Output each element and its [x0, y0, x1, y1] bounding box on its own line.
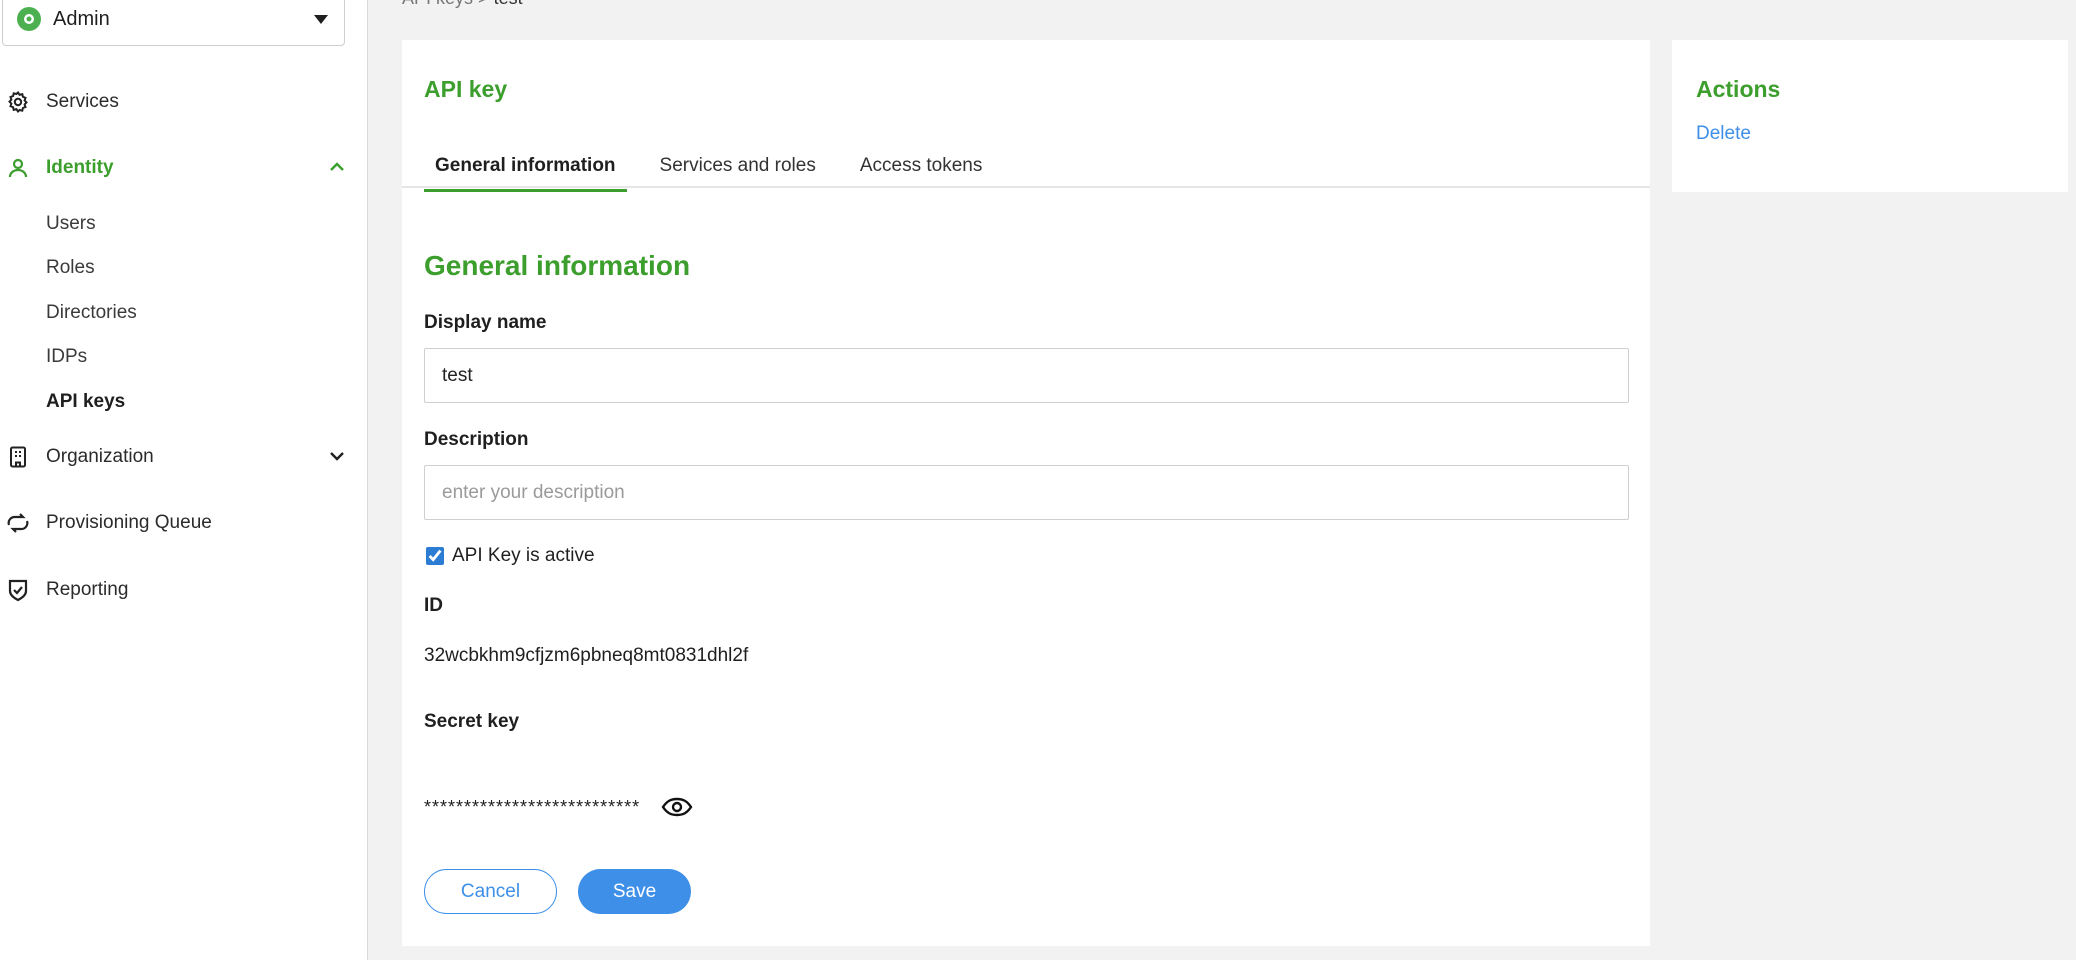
user-icon — [4, 154, 32, 182]
actions-title: Actions — [1696, 76, 1781, 102]
org-select[interactable]: Admin — [2, 0, 345, 46]
sidebar-item-label: Services — [46, 91, 119, 112]
sidebar-item-services[interactable]: Services — [0, 82, 360, 122]
tab-general-information[interactable]: General information — [424, 138, 627, 192]
tab-bar: General information Services and roles A… — [424, 138, 1015, 192]
sidebar-item-label: Identity — [46, 157, 114, 178]
sidebar-subitem-users[interactable]: Users — [46, 209, 96, 239]
secret-key-value: *************************** — [424, 796, 641, 817]
tab-services-and-roles[interactable]: Services and roles — [649, 138, 827, 188]
api-key-active-label: API Key is active — [452, 545, 595, 566]
breadcrumb-parent[interactable]: API keys — [402, 0, 473, 8]
sidebar-item-reporting[interactable]: Reporting — [0, 570, 360, 610]
breadcrumb-current: test — [494, 0, 523, 8]
card-title: API key — [424, 76, 508, 102]
delete-link[interactable]: Delete — [1696, 123, 1751, 145]
description-input[interactable] — [424, 465, 1629, 520]
secret-key-row: *************************** — [424, 794, 694, 820]
breadcrumb-separator: > — [478, 0, 489, 8]
save-button[interactable]: Save — [578, 869, 691, 914]
sidebar-subitem-directories[interactable]: Directories — [46, 298, 137, 328]
api-key-active-row: API Key is active — [426, 545, 595, 567]
sidebar-item-provisioning-queue[interactable]: Provisioning Queue — [0, 503, 360, 543]
gear-icon — [4, 88, 32, 116]
chevron-up-icon — [328, 158, 346, 182]
chevron-down-icon — [328, 447, 346, 471]
breadcrumb: API keys > test — [402, 0, 523, 9]
sidebar-item-label: Provisioning Queue — [46, 512, 212, 533]
sidebar-item-identity[interactable]: Identity — [0, 148, 360, 188]
tabs-divider — [402, 186, 1650, 188]
display-name-input[interactable] — [424, 348, 1629, 403]
tab-access-tokens[interactable]: Access tokens — [849, 138, 994, 188]
sidebar-item-organization[interactable]: Organization — [0, 437, 360, 477]
sidebar-subitem-idps[interactable]: IDPs — [46, 342, 87, 372]
id-label: ID — [424, 595, 443, 616]
sidebar-subitem-api-keys[interactable]: API keys — [46, 387, 125, 417]
cancel-button[interactable]: Cancel — [424, 869, 557, 914]
eye-icon[interactable] — [660, 794, 694, 820]
sidebar: Admin Services Identity Users Roles Dire… — [0, 0, 368, 960]
id-value: 32wcbkhm9cfjzm6pbneq8mt0831dhl2f — [424, 645, 749, 666]
secret-key-label: Secret key — [424, 711, 520, 732]
api-key-card: API key General information Services and… — [402, 40, 1650, 946]
sidebar-item-label: Reporting — [46, 579, 129, 600]
page: Admin Services Identity Users Roles Dire… — [0, 0, 2076, 960]
display-name-label: Display name — [424, 312, 547, 333]
sidebar-item-label: Organization — [46, 446, 154, 467]
api-key-active-checkbox[interactable] — [426, 547, 444, 565]
building-icon — [4, 443, 32, 471]
actions-card: Actions Delete — [1672, 40, 2068, 192]
caret-down-icon — [314, 15, 328, 24]
sidebar-subitem-roles[interactable]: Roles — [46, 253, 95, 283]
sync-icon — [4, 509, 32, 537]
org-select-label: Admin — [53, 7, 110, 30]
org-logo-icon — [17, 7, 41, 31]
section-title: General information — [424, 250, 691, 281]
description-label: Description — [424, 429, 529, 450]
shield-check-icon — [4, 576, 32, 604]
